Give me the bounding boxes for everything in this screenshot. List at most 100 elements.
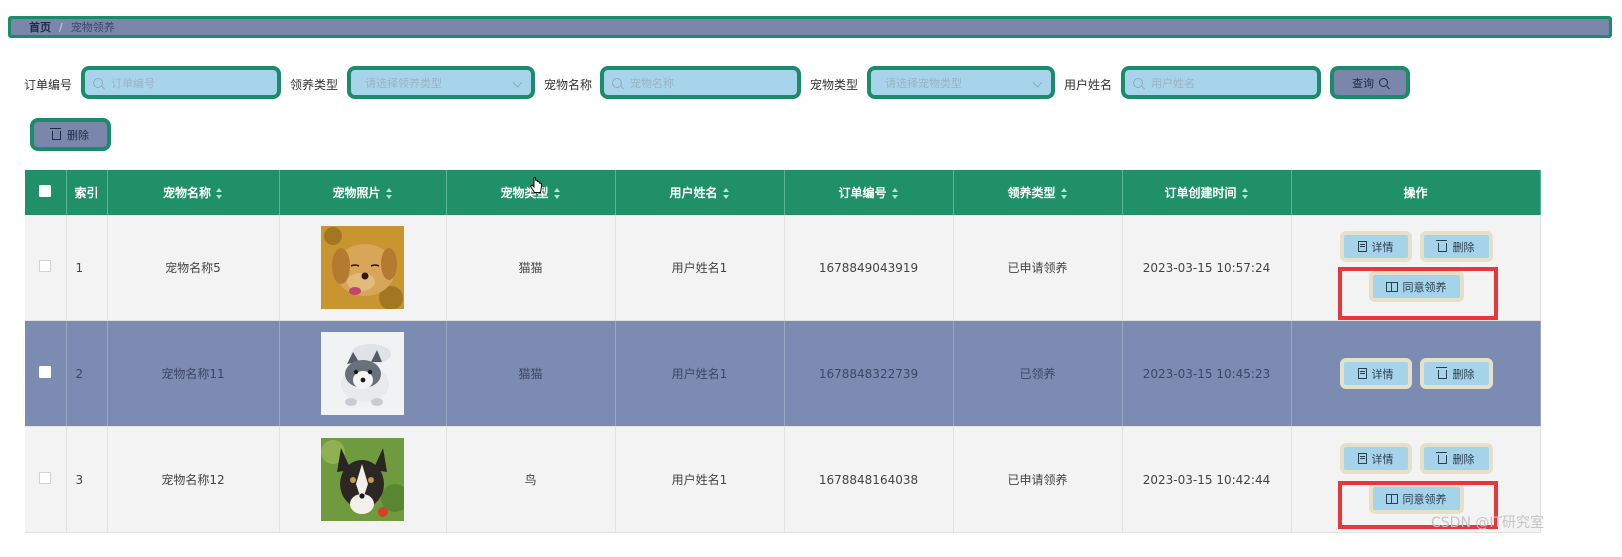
table-row[interactable]: 3 宠物名称12 鸟 用户姓名1 1678848164038 已申请领养 202… bbox=[25, 426, 1541, 533]
sort-icon[interactable] bbox=[553, 188, 561, 199]
detail-label: 详情 bbox=[1371, 452, 1394, 466]
document-icon bbox=[1357, 241, 1367, 252]
row-index: 2 bbox=[66, 320, 108, 427]
adopt-type-label: 领养类型 bbox=[290, 78, 339, 92]
adopt-type-cell: 已申请领养 bbox=[953, 426, 1123, 533]
sort-icon[interactable] bbox=[385, 188, 393, 199]
col-index: 索引 bbox=[66, 170, 108, 215]
col-adopt-type[interactable]: 领养类型 bbox=[953, 170, 1123, 215]
approve-label: 同意领养 bbox=[1402, 492, 1447, 506]
approve-adoption-button[interactable]: 同意领养 bbox=[1368, 271, 1464, 302]
pet-photo-husky-puppy bbox=[321, 332, 404, 415]
row-checkbox-cell bbox=[25, 320, 67, 427]
detail-label: 详情 bbox=[1371, 240, 1394, 254]
sort-icon[interactable] bbox=[1241, 188, 1249, 199]
approve-label: 同意领养 bbox=[1402, 280, 1447, 294]
user-name-label: 用户姓名 bbox=[1064, 78, 1113, 92]
order-no-label: 订单编号 bbox=[24, 78, 73, 92]
col-user-name[interactable]: 用户姓名 bbox=[615, 170, 785, 215]
user-name-cell: 用户姓名1 bbox=[615, 320, 785, 427]
sort-icon[interactable] bbox=[1060, 188, 1068, 199]
created-cell: 2023-03-15 10:45:23 bbox=[1122, 320, 1292, 427]
created-cell: 2023-03-15 10:57:24 bbox=[1122, 215, 1292, 321]
pet-name-placeholder: 宠物名称 bbox=[630, 76, 674, 90]
bulk-delete-label: 删除 bbox=[67, 128, 89, 142]
col-adopt-type-label: 领养类型 bbox=[1007, 186, 1056, 200]
adopt-type-select[interactable]: 请选择领养类型 bbox=[347, 66, 535, 99]
ops-cell: 详情 删除 同意领养 bbox=[1291, 215, 1541, 321]
adopt-type-cell: 已申请领养 bbox=[953, 215, 1123, 321]
sort-icon[interactable] bbox=[216, 188, 223, 199]
sort-icon[interactable] bbox=[891, 188, 899, 199]
search-bar: 订单编号 订单编号 领养类型 请选择领养类型 宠物名称 宠物名称 宠物类型 请选… bbox=[0, 66, 1622, 100]
chevron-down-icon bbox=[512, 77, 523, 88]
col-pet-name-label: 宠物名称 bbox=[162, 186, 211, 200]
trash-icon bbox=[1435, 367, 1447, 379]
hand-cursor-icon bbox=[530, 177, 542, 193]
adopt-type-cell: 已领养 bbox=[953, 320, 1123, 427]
user-name-placeholder: 用户姓名 bbox=[1151, 76, 1195, 90]
search-icon bbox=[1379, 78, 1388, 87]
search-icon bbox=[1133, 77, 1143, 88]
detail-button[interactable]: 详情 bbox=[1339, 443, 1412, 474]
col-pet-photo[interactable]: 宠物照片 bbox=[279, 170, 447, 215]
row-checkbox[interactable] bbox=[39, 472, 52, 484]
pet-photo-cell bbox=[279, 426, 447, 533]
delete-label: 删除 bbox=[1452, 240, 1475, 254]
pet-photo-cell bbox=[279, 215, 447, 321]
pet-type-cell: 猫猫 bbox=[446, 320, 616, 427]
pet-type-cell: 猫猫 bbox=[446, 215, 616, 321]
delete-label: 删除 bbox=[1452, 367, 1475, 381]
col-created[interactable]: 订单创建时间 bbox=[1122, 170, 1292, 215]
col-pet-name[interactable]: 宠物名称 bbox=[107, 170, 280, 215]
row-checkbox-cell bbox=[25, 215, 67, 321]
order-no-input[interactable]: 订单编号 bbox=[81, 66, 281, 99]
col-order-no-label: 订单编号 bbox=[838, 186, 887, 200]
watermark: CSDN @IT研究室 bbox=[1431, 515, 1545, 531]
trash-icon bbox=[50, 128, 61, 140]
pet-photo-cell bbox=[279, 320, 447, 427]
user-name-cell: 用户姓名1 bbox=[615, 215, 785, 321]
detail-button[interactable]: 详情 bbox=[1339, 358, 1412, 389]
adoption-table: 索引 宠物名称 宠物照片 宠物类型 用户姓名 订单编号 领养类型 订单创建时间 … bbox=[25, 170, 1541, 533]
order-no-cell: 1678848322739 bbox=[784, 320, 954, 427]
col-created-label: 订单创建时间 bbox=[1164, 186, 1237, 200]
breadcrumb: 首页 / 宠物领养 bbox=[8, 16, 1612, 38]
pet-type-select[interactable]: 请选择宠物类型 bbox=[867, 66, 1055, 99]
detail-label: 详情 bbox=[1371, 367, 1394, 381]
query-button[interactable]: 查询 bbox=[1330, 66, 1410, 99]
detail-button[interactable]: 详情 bbox=[1339, 231, 1412, 262]
delete-button[interactable]: 删除 bbox=[1419, 231, 1493, 262]
document-icon bbox=[1357, 368, 1367, 379]
approve-adoption-button[interactable]: 同意领养 bbox=[1368, 483, 1464, 514]
delete-button[interactable]: 删除 bbox=[1419, 443, 1493, 474]
breadcrumb-home[interactable]: 首页 bbox=[29, 19, 51, 35]
adopt-type-placeholder: 请选择领养类型 bbox=[365, 76, 442, 90]
sort-icon[interactable] bbox=[722, 188, 730, 199]
pet-type-cell: 鸟 bbox=[446, 426, 616, 533]
row-checkbox[interactable] bbox=[39, 260, 52, 272]
col-user-name-label: 用户姓名 bbox=[669, 186, 718, 200]
table-row[interactable]: 2 宠物名称11 猫猫 用户姓名1 1678848322739 已领养 2023… bbox=[25, 320, 1541, 427]
chevron-down-icon bbox=[1032, 77, 1043, 88]
select-all-checkbox[interactable] bbox=[39, 185, 52, 197]
user-name-input[interactable]: 用户姓名 bbox=[1121, 66, 1321, 99]
search-icon bbox=[93, 77, 103, 88]
pet-type-label: 宠物类型 bbox=[810, 78, 859, 92]
search-icon bbox=[612, 77, 622, 88]
book-icon bbox=[1385, 493, 1398, 504]
book-icon bbox=[1385, 281, 1398, 292]
bulk-delete-button[interactable]: 删除 bbox=[30, 118, 111, 151]
created-cell: 2023-03-15 10:42:44 bbox=[1122, 426, 1292, 533]
pet-name-input[interactable]: 宠物名称 bbox=[600, 66, 801, 99]
pet-type-placeholder: 请选择宠物类型 bbox=[885, 76, 962, 90]
query-label: 查询 bbox=[1352, 76, 1374, 90]
row-index: 1 bbox=[66, 215, 108, 321]
col-ops: 操作 bbox=[1291, 170, 1541, 215]
col-order-no[interactable]: 订单编号 bbox=[784, 170, 954, 215]
table-row[interactable]: 1 宠物名称5 猫猫 用户姓名1 1678849043919 已申请领养 202… bbox=[25, 215, 1541, 321]
delete-button[interactable]: 删除 bbox=[1419, 358, 1493, 389]
pet-name-cell: 宠物名称5 bbox=[107, 215, 280, 321]
row-checkbox[interactable] bbox=[39, 366, 52, 378]
delete-label: 删除 bbox=[1452, 452, 1475, 466]
